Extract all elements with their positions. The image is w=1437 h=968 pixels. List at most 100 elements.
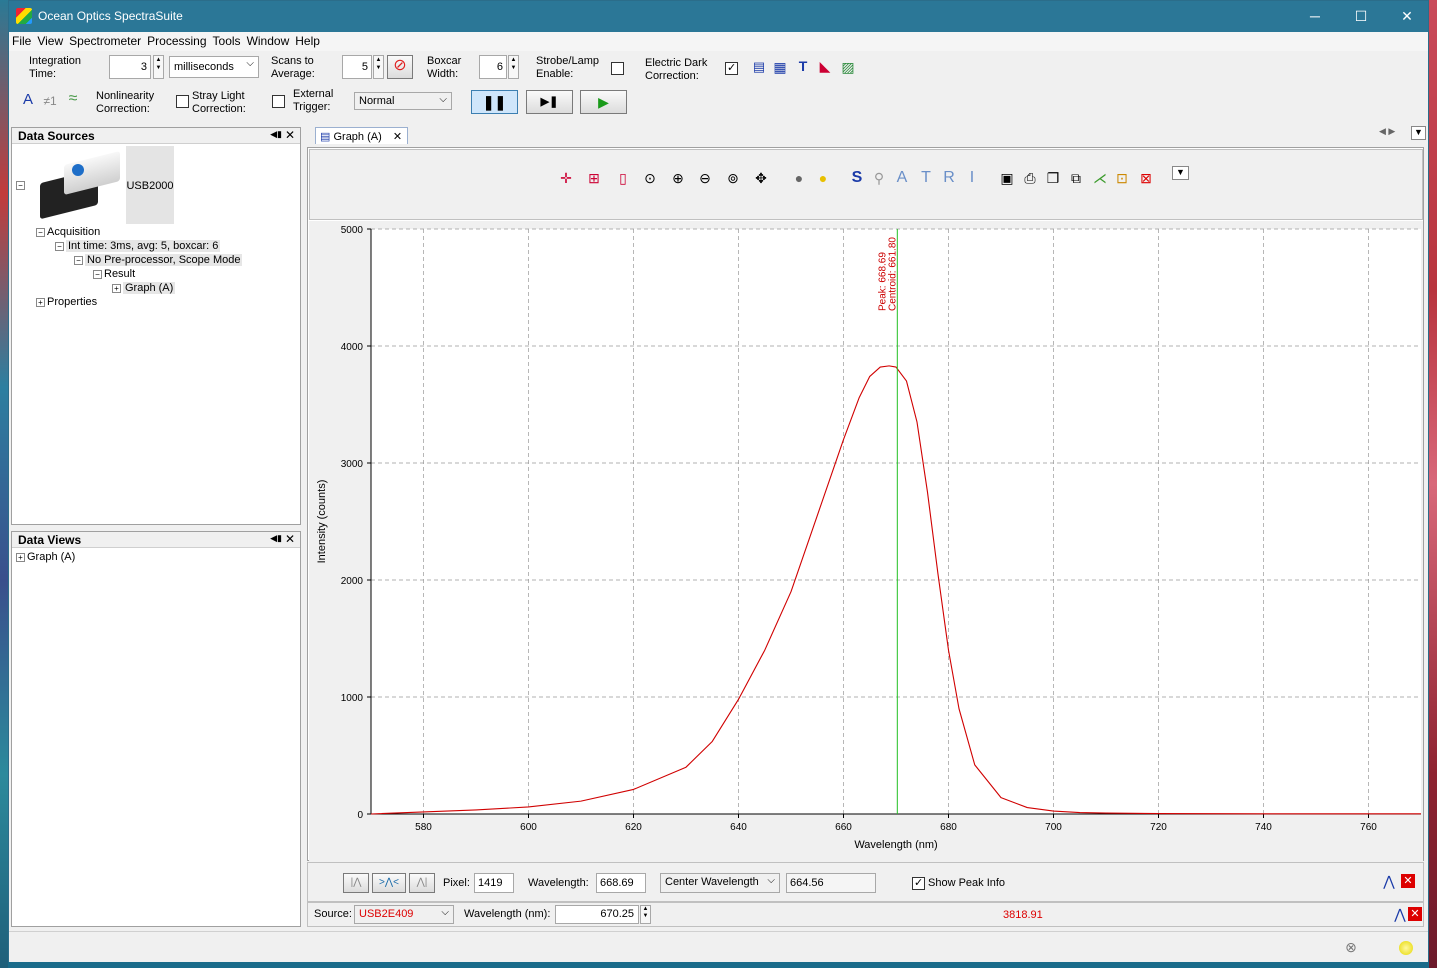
stop-icon[interactable]: ⊘ bbox=[387, 55, 413, 79]
tree-acquisition[interactable]: − Acquisition bbox=[36, 226, 100, 238]
pause-button[interactable]: ❚❚ bbox=[471, 90, 518, 114]
tab-scroll-arrows[interactable]: ◀ ▶ bbox=[1379, 126, 1395, 137]
transmission-mode-icon[interactable]: T bbox=[917, 170, 935, 186]
wavelength-label: Wavelength: bbox=[528, 877, 589, 889]
wavelength-nm-stepper[interactable]: ▲ ▼ bbox=[640, 905, 651, 924]
tree-preprocessor[interactable]: − No Pre-processor, Scope Mode bbox=[74, 254, 243, 266]
zoom-in-icon[interactable]: ⊕ bbox=[669, 170, 687, 186]
pin-icon[interactable]: ◀▮ bbox=[270, 129, 282, 140]
irradiance-mode-icon[interactable]: I bbox=[963, 170, 981, 186]
tree-int-time[interactable]: − Int time: 3ms, avg: 5, boxcar: 6 bbox=[55, 240, 221, 252]
trigger-mode-select[interactable]: Normal ⌵ bbox=[354, 92, 452, 110]
tree-expander[interactable]: − bbox=[16, 179, 27, 191]
spectrum-view-icon[interactable]: ▨ bbox=[839, 59, 857, 75]
x-tick-label: 620 bbox=[625, 822, 642, 833]
crosshair-icon[interactable]: ✛ bbox=[557, 170, 575, 186]
y-tick-label: 1000 bbox=[341, 693, 364, 704]
copy-data-icon[interactable]: ⧉ bbox=[1067, 170, 1085, 186]
desktop-left-strip bbox=[0, 0, 8, 968]
device-name[interactable]: USB2000 bbox=[126, 146, 174, 224]
scans-to-average-stepper[interactable]: ▲ ▼ bbox=[373, 55, 384, 79]
zoom-box-icon[interactable]: ⊞ bbox=[585, 170, 603, 186]
menu-file[interactable]: File bbox=[9, 32, 34, 48]
chart-icon[interactable]: ▤ bbox=[750, 59, 768, 75]
tab-menu-icon[interactable]: ▼ bbox=[1411, 126, 1426, 140]
close-icon[interactable]: ✕ bbox=[285, 532, 295, 546]
prev-peak-icon[interactable]: |⋀ bbox=[343, 873, 369, 893]
scans-to-average-input[interactable]: 5 bbox=[342, 55, 372, 79]
wavelength-input[interactable]: 668.69 bbox=[596, 873, 646, 893]
menu-tools[interactable]: Tools bbox=[210, 32, 244, 48]
vertical-marker-icon[interactable]: ▯ bbox=[614, 170, 632, 186]
integration-unit-select[interactable]: milliseconds ⌵ bbox=[169, 56, 259, 78]
tab-graph-a[interactable]: ▤ Graph (A) ✕ bbox=[315, 127, 408, 144]
integration-time-input[interactable]: 3 bbox=[109, 55, 151, 79]
tree-properties[interactable]: + Properties bbox=[36, 296, 97, 308]
menu-processing[interactable]: Processing bbox=[144, 32, 209, 48]
delete-icon[interactable]: ⊠ bbox=[1137, 170, 1155, 186]
absorbance-icon[interactable]: A bbox=[19, 92, 37, 108]
source-select[interactable]: USB2E409 ⌵ bbox=[354, 905, 454, 924]
integration-time-stepper[interactable]: ▲ ▼ bbox=[153, 55, 164, 79]
tree-view-graph[interactable]: + Graph (A) bbox=[16, 551, 75, 563]
text-icon[interactable]: T bbox=[794, 58, 812, 74]
boxcar-width-input[interactable]: 6 bbox=[479, 55, 507, 79]
bulb-off-icon[interactable]: ● bbox=[790, 170, 808, 186]
export-icon[interactable]: ⊡ bbox=[1113, 170, 1131, 186]
menu-spectrometer[interactable]: Spectrometer bbox=[66, 32, 144, 48]
boxcar-width-stepper[interactable]: ▲ ▼ bbox=[508, 55, 519, 79]
bulb-on-icon[interactable]: ● bbox=[814, 170, 832, 186]
table-icon[interactable]: ▦ bbox=[771, 59, 789, 75]
strobe-lamp-checkbox[interactable] bbox=[611, 62, 624, 75]
wave-icon[interactable]: ≈ bbox=[64, 91, 82, 107]
show-peak-checkbox[interactable] bbox=[912, 876, 925, 890]
tree-result[interactable]: − Result bbox=[93, 268, 135, 280]
pixel-input[interactable]: 1419 bbox=[474, 873, 514, 893]
copy-icon[interactable]: ❐ bbox=[1044, 170, 1062, 186]
electric-dark-checkbox[interactable] bbox=[725, 61, 738, 75]
graph-menu-icon[interactable]: ▼ bbox=[1172, 166, 1189, 180]
not-equal-icon[interactable]: ≠1 bbox=[41, 93, 59, 109]
close-icon[interactable]: ✕ bbox=[393, 131, 402, 143]
step-button[interactable]: ▶❚ bbox=[526, 90, 573, 114]
center-wavelength-input[interactable]: 664.56 bbox=[786, 873, 876, 893]
close-peak-icon[interactable]: ✕ bbox=[1401, 874, 1415, 888]
nonlinearity-checkbox[interactable] bbox=[176, 95, 189, 108]
menu-window[interactable]: Window bbox=[244, 32, 293, 48]
bulb-grey-icon[interactable]: ⚲ bbox=[870, 170, 888, 186]
close-marker-icon[interactable]: ✕ bbox=[1408, 907, 1422, 921]
play-button[interactable]: ▶ bbox=[580, 90, 627, 114]
find-peak-icon[interactable]: >⋀< bbox=[372, 873, 406, 893]
close-button[interactable]: ✕ bbox=[1384, 1, 1430, 32]
scope-mode-icon[interactable]: S bbox=[848, 170, 866, 186]
close-icon[interactable]: ✕ bbox=[285, 128, 295, 142]
zoom-fit-icon[interactable]: ⊙ bbox=[641, 170, 659, 186]
reflection-mode-icon[interactable]: R bbox=[940, 170, 958, 186]
peak-shape-icon[interactable]: ⋀ bbox=[1380, 873, 1398, 889]
pan-icon[interactable]: ✥ bbox=[752, 170, 770, 186]
wavelength-nm-input[interactable]: 670.25 bbox=[555, 905, 639, 924]
tree-graph[interactable]: + Graph (A) bbox=[112, 282, 176, 294]
scans-to-average-label: Scans to Average: bbox=[271, 55, 315, 80]
peak-info-bar: |⋀ >⋀< ⋀| Pixel: 1419 Wavelength: 668.69… bbox=[307, 862, 1424, 902]
pin-icon[interactable]: ◀▮ bbox=[270, 533, 282, 544]
stray-light-checkbox[interactable] bbox=[272, 95, 285, 108]
minimize-button[interactable]: ─ bbox=[1292, 1, 1338, 32]
x-tick-label: 680 bbox=[940, 822, 957, 833]
color-icon[interactable]: ◣ bbox=[816, 58, 834, 74]
spectrum-chart[interactable]: 580 600 620 640 660 680 700 720 740 760 0 1000 2000 3… bbox=[309, 221, 1423, 861]
print-icon[interactable]: ⎙ bbox=[1021, 170, 1039, 186]
maximize-button[interactable]: ☐ bbox=[1338, 1, 1384, 32]
zoom-reset-icon[interactable]: ⊚ bbox=[724, 170, 742, 186]
title-bar[interactable]: Ocean Optics SpectraSuite ─ ☐ ✕ bbox=[9, 1, 1428, 32]
integration-time-label: Integration Time: bbox=[29, 55, 81, 80]
marker-shape-icon[interactable]: ⋀ bbox=[1391, 906, 1409, 922]
save-icon[interactable]: ▣ bbox=[998, 170, 1016, 186]
menu-view[interactable]: View bbox=[34, 32, 66, 48]
zoom-out-icon[interactable]: ⊖ bbox=[696, 170, 714, 186]
overlay-icon[interactable]: ⋌ bbox=[1091, 170, 1109, 186]
center-mode-select[interactable]: Center Wavelength ⌵ bbox=[660, 873, 780, 893]
absorbance-mode-icon[interactable]: A bbox=[893, 170, 911, 186]
next-peak-icon[interactable]: ⋀| bbox=[409, 873, 435, 893]
menu-help[interactable]: Help bbox=[292, 32, 323, 48]
